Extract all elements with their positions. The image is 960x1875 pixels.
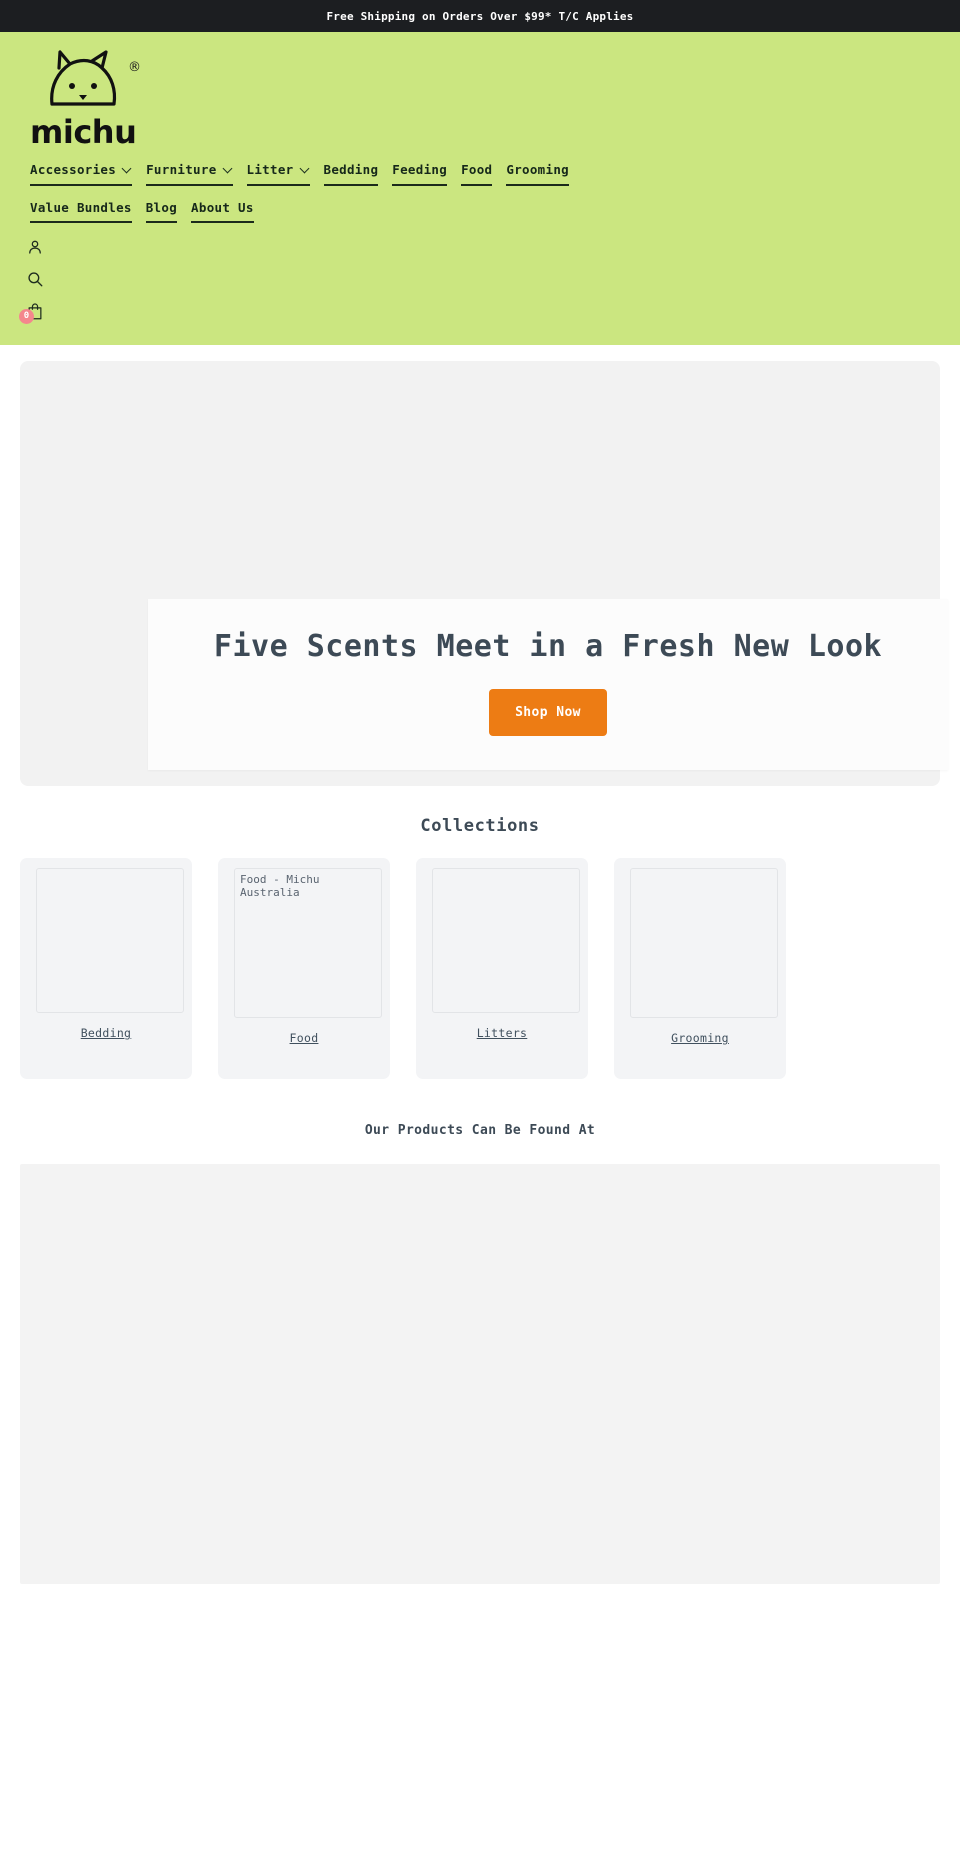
announcement-bar: Free Shipping on Orders Over $99* T/C Ap…: [0, 0, 960, 32]
nav-item-label: Furniture: [146, 162, 217, 177]
nav-item-label: Accessories: [30, 162, 117, 177]
cat-face-logo-icon: ®: [30, 50, 141, 112]
nav-item-label: Food: [461, 162, 493, 177]
collection-card-grooming[interactable]: Grooming: [614, 858, 786, 1079]
nav-item-blog[interactable]: Blog: [145, 198, 178, 223]
nav-item-about-us[interactable]: About Us: [191, 198, 254, 223]
nav-item-label: Value Bundles: [30, 199, 132, 215]
collection-label-food[interactable]: Food: [290, 1031, 319, 1045]
collection-label-litters[interactable]: Litters: [477, 1026, 528, 1040]
nav-item-accessories[interactable]: Accessories: [30, 160, 133, 186]
nav-item-food[interactable]: Food: [461, 160, 493, 186]
chevron-down-icon: [224, 165, 233, 174]
registered-trademark-icon: ®: [128, 60, 141, 75]
header-icon-group: 0: [0, 223, 60, 324]
collection-image-placeholder: [36, 868, 184, 1013]
nav-item-feeding[interactable]: Feeding: [392, 160, 448, 186]
collection-image-placeholder: [630, 868, 778, 1018]
nav-item-bedding[interactable]: Bedding: [323, 160, 379, 186]
collection-image-placeholder: [432, 868, 580, 1013]
shop-now-button[interactable]: Shop Now: [489, 688, 607, 736]
cart-count-badge: 0: [19, 309, 34, 324]
chevron-down-icon: [301, 165, 310, 174]
logo-wordmark: michu: [30, 113, 137, 151]
nav-item-label: Bedding: [323, 162, 379, 177]
site-header: ® michu Accessories Furniture Litter Bed…: [0, 32, 960, 345]
nav-item-label: About Us: [191, 199, 254, 215]
collections-grid: Bedding Food - Michu Australia Food Litt…: [0, 858, 960, 1079]
collection-card-litters[interactable]: Litters: [416, 858, 588, 1079]
collection-card-bedding[interactable]: Bedding: [20, 858, 192, 1079]
account-icon[interactable]: [26, 235, 52, 259]
collections-title: Collections: [420, 816, 540, 836]
nav-row-primary: Accessories Furniture Litter Bedding Fee…: [30, 160, 930, 186]
nav-item-label: Litter: [246, 162, 294, 177]
found-at-title: Our Products Can Be Found At: [364, 1123, 596, 1138]
nav-item-value-bundles[interactable]: Value Bundles: [30, 198, 132, 223]
collection-image-placeholder: Food - Michu Australia: [234, 868, 382, 1018]
collection-card-food[interactable]: Food - Michu Australia Food: [218, 858, 390, 1079]
nav-row-secondary: Value Bundles Blog About Us: [30, 198, 930, 223]
nav-item-furniture[interactable]: Furniture: [146, 160, 233, 186]
main-navigation: Accessories Furniture Litter Bedding Fee…: [0, 148, 930, 223]
nav-item-grooming[interactable]: Grooming: [506, 160, 569, 186]
site-logo[interactable]: ® michu: [0, 32, 141, 151]
hero-title: Five Scents Meet in a Fresh New Look: [213, 629, 883, 664]
nav-item-label: Grooming: [506, 162, 569, 177]
collection-label-grooming[interactable]: Grooming: [671, 1031, 729, 1045]
nav-item-label: Blog: [145, 199, 178, 215]
cart-icon[interactable]: 0: [19, 299, 52, 324]
nav-item-label: Feeding: [392, 162, 448, 177]
hero-banner: Five Scents Meet in a Fresh New Look Sho…: [20, 361, 948, 786]
collection-label-bedding[interactable]: Bedding: [81, 1026, 132, 1040]
nav-item-litter[interactable]: Litter: [246, 160, 310, 186]
chevron-down-icon: [123, 165, 132, 174]
hero-content-card: Five Scents Meet in a Fresh New Look Sho…: [148, 599, 948, 770]
announcement-text: Free Shipping on Orders Over $99* T/C Ap…: [326, 9, 634, 23]
search-icon[interactable]: [26, 267, 52, 291]
found-at-logo-strip-placeholder: [20, 1164, 940, 1584]
